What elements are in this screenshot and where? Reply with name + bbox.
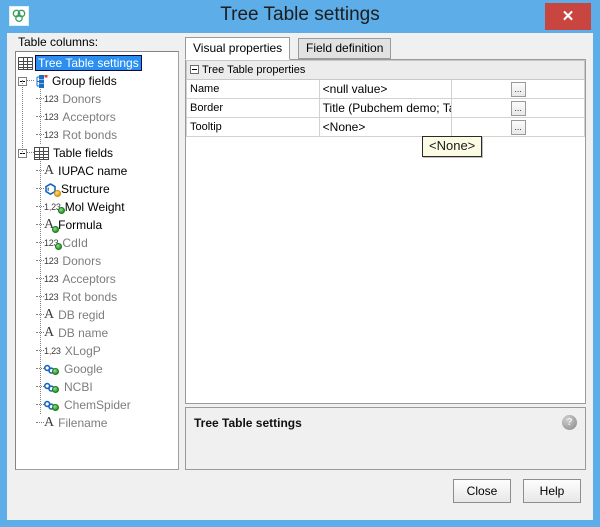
- property-name: Tooltip: [187, 118, 320, 137]
- ellipsis-button[interactable]: ...: [511, 120, 526, 135]
- text-field-icon: A: [44, 326, 54, 340]
- number-field-icon: 123: [44, 255, 58, 267]
- link-field-icon: [44, 400, 60, 411]
- number-field-icon: 123: [44, 273, 58, 285]
- tree-item-label: Mol Weight: [61, 198, 125, 216]
- page-title: Tree Table settings: [0, 4, 600, 26]
- group-fields-icon: [34, 75, 48, 88]
- text-field-icon: A: [44, 164, 54, 178]
- properties-group-cell: Tree Table properties: [187, 61, 585, 80]
- tree-item-label: CdId: [58, 234, 87, 252]
- settings-panel: Visual properties Field definition Tree …: [185, 37, 586, 470]
- property-name: Name: [187, 80, 320, 99]
- tree-item-tree-table-settings[interactable]: Tree Table settings: [16, 54, 178, 72]
- link-field-icon: [44, 364, 60, 375]
- tree-item-label: Group fields: [48, 72, 117, 90]
- text-field-icon-green: A: [44, 218, 54, 232]
- dialog-window: Tree Table settings ✕ Table columns: Tre…: [0, 0, 600, 527]
- title-bar: Tree Table settings ✕: [0, 0, 600, 33]
- tree-item-group-fields[interactable]: Group fields: [16, 72, 178, 90]
- tree-item-label: Table fields: [49, 144, 113, 162]
- property-row[interactable]: Tooltip<None>...: [187, 118, 585, 137]
- tree-item-label: Structure: [57, 180, 110, 198]
- link-field-icon: [44, 382, 60, 393]
- tree-item-label: Donors: [58, 252, 101, 270]
- tree-item-label: Acceptors: [58, 108, 115, 126]
- table-columns-panel: Table columns: Tree Table settingsGroup …: [14, 35, 180, 470]
- property-row[interactable]: Name<null value>...: [187, 80, 585, 99]
- tree-item-label: ChemSpider: [60, 396, 131, 414]
- tree-item-label: NCBI: [60, 378, 93, 396]
- tree-connector: [27, 80, 34, 82]
- status-panel: Tree Table settings ?: [185, 407, 586, 470]
- close-button[interactable]: Close: [453, 479, 511, 503]
- tree-item-label: Rot bonds: [58, 288, 117, 306]
- tree-item-filename[interactable]: AFilename: [16, 414, 178, 432]
- tab-field-definition[interactable]: Field definition: [298, 38, 391, 59]
- tree-item-label: IUPAC name: [54, 162, 127, 180]
- tree-item-table-fields[interactable]: Table fields: [16, 144, 178, 162]
- property-row[interactable]: BorderTitle (Pubchem demo; Tahoma)...: [187, 99, 585, 118]
- tree-item-label: DB name: [54, 324, 108, 342]
- property-button-cell: ...: [452, 80, 585, 99]
- property-value[interactable]: <null value>: [319, 80, 452, 99]
- tree-item-label: Acceptors: [58, 270, 115, 288]
- property-value[interactable]: <None>: [319, 118, 452, 137]
- close-icon[interactable]: ✕: [545, 3, 591, 30]
- help-icon[interactable]: ?: [562, 415, 577, 430]
- ellipsis-button[interactable]: ...: [511, 82, 526, 97]
- tab-strip: Visual properties Field definition: [185, 37, 586, 59]
- tab-visual-properties[interactable]: Visual properties: [185, 37, 290, 60]
- tree-item-label: Rot bonds: [58, 126, 117, 144]
- tree-item-label: DB regid: [54, 306, 105, 324]
- grid-icon: [18, 57, 33, 70]
- tree-guide: [40, 161, 41, 414]
- column-tree[interactable]: Tree Table settingsGroup fields123Donors…: [15, 51, 179, 470]
- tree-item-label: Tree Table settings: [35, 55, 142, 71]
- tree-item-label: Google: [60, 360, 103, 378]
- tree-connector: [36, 422, 44, 424]
- tooltip-value-editor[interactable]: <None>: [422, 136, 482, 157]
- help-button[interactable]: Help: [523, 479, 581, 503]
- structure-field-icon: [44, 183, 57, 196]
- text-field-icon: A: [44, 308, 54, 322]
- properties-group-label: Tree Table properties: [202, 64, 305, 76]
- visual-properties-panel: Tree Table properties Name<null value>...…: [185, 59, 586, 404]
- group-collapse-icon[interactable]: [190, 65, 199, 74]
- ellipsis-button[interactable]: ...: [511, 101, 526, 116]
- tree-guide: [40, 89, 41, 144]
- table-columns-label: Table columns:: [18, 35, 98, 49]
- tree-item-label: Filename: [54, 414, 107, 432]
- property-name: Border: [187, 99, 320, 118]
- property-value[interactable]: Title (Pubchem demo; Tahoma): [319, 99, 452, 118]
- button-row: Close Help: [7, 476, 593, 516]
- number-field-icon: 123: [44, 93, 58, 105]
- property-button-cell: ...: [452, 99, 585, 118]
- number-field-icon: 123: [44, 111, 58, 123]
- tree-connector: [27, 152, 34, 154]
- grid-icon: [34, 147, 49, 160]
- tree-item-label: XLogP: [61, 342, 101, 360]
- number-field-icon-green: 123: [44, 237, 58, 249]
- decimal-field-icon: 1,23: [44, 345, 61, 357]
- tree-item-label: Donors: [58, 90, 101, 108]
- property-button-cell: ...: [452, 118, 585, 137]
- number-field-icon: 123: [44, 129, 58, 141]
- status-text: Tree Table settings: [194, 416, 302, 430]
- dialog-body: Table columns: Tree Table settingsGroup …: [7, 33, 593, 520]
- tree-item-label: Formula: [54, 216, 102, 234]
- properties-table: Tree Table properties Name<null value>...…: [186, 60, 585, 137]
- number-field-icon: 123: [44, 291, 58, 303]
- tree-guide: [22, 80, 23, 154]
- text-field-icon: A: [44, 416, 54, 430]
- decimal-field-icon-green: 1,23: [44, 201, 61, 213]
- properties-group-row[interactable]: Tree Table properties: [187, 61, 585, 80]
